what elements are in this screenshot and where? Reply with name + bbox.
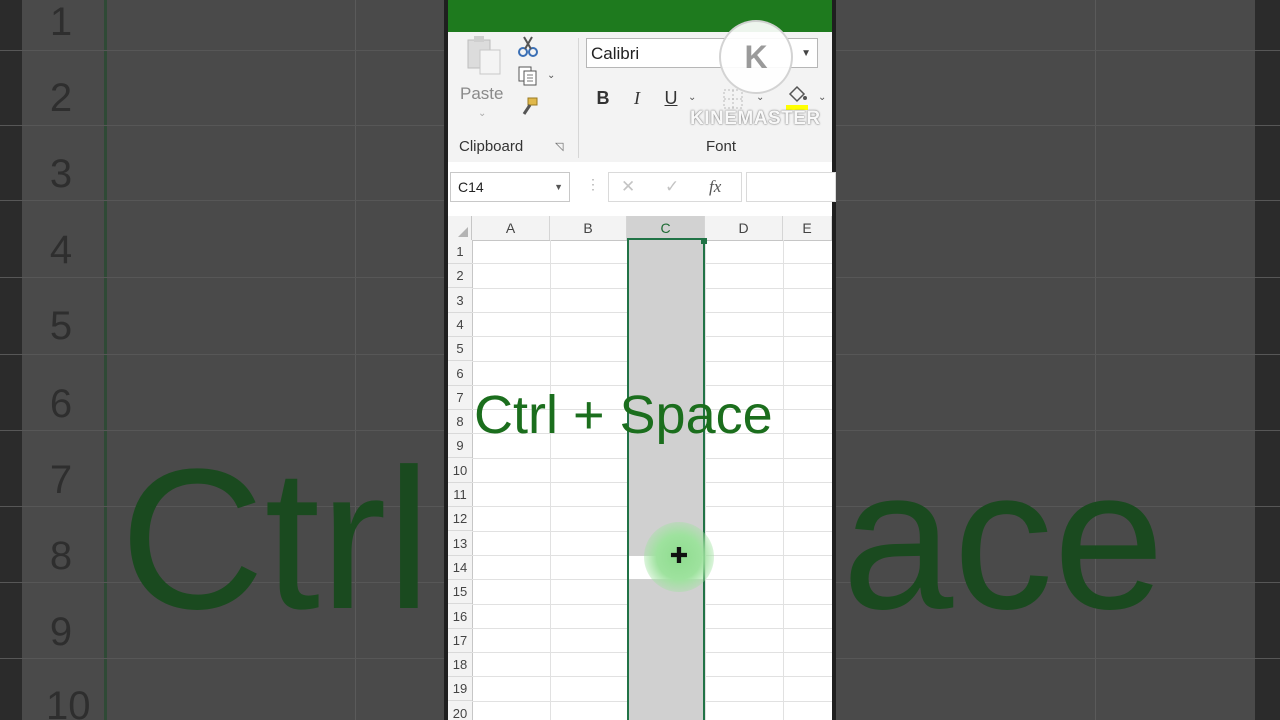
column-header-c[interactable]: C bbox=[627, 216, 705, 240]
row-header[interactable]: 11 bbox=[448, 483, 472, 507]
row-header[interactable]: 4 bbox=[448, 313, 472, 337]
formula-bar-buttons: ✕ ✓ fx bbox=[608, 172, 742, 202]
bg-overlay-text-left: Ctrl bbox=[120, 428, 432, 651]
bg-row-number: 7 bbox=[49, 458, 73, 502]
enter-icon[interactable]: ✓ bbox=[665, 177, 679, 197]
insert-function-icon[interactable]: fx bbox=[709, 177, 721, 197]
row-header[interactable]: 5 bbox=[448, 337, 472, 362]
font-group-label: Font bbox=[706, 138, 737, 155]
format-painter-button[interactable] bbox=[518, 96, 540, 121]
fill-color-dropdown-icon[interactable]: ⌄ bbox=[818, 92, 826, 103]
bg-row-number: 5 bbox=[49, 304, 73, 348]
copy-icon bbox=[518, 66, 537, 86]
worksheet-grid: A B C D E 1 2 3 4 5 6 7 8 9 10 11 12 13 14 15 16 17 18 19 2… bbox=[448, 212, 832, 720]
paste-label: Paste bbox=[460, 84, 504, 103]
column-header-a[interactable]: A bbox=[472, 216, 550, 240]
italic-button[interactable]: I bbox=[626, 88, 648, 109]
clipboard-group-label: Clipboard bbox=[459, 138, 524, 155]
bg-overlay-text-right: ace bbox=[842, 428, 1165, 651]
bg-row-number: 1 bbox=[49, 0, 73, 44]
font-name-value: Calibri bbox=[591, 44, 640, 63]
cells-area[interactable] bbox=[472, 238, 832, 720]
bg-right-edge bbox=[1255, 0, 1280, 720]
fill-handle[interactable] bbox=[701, 238, 707, 244]
underline-button[interactable]: U bbox=[660, 88, 682, 109]
bg-row-number: 2 bbox=[49, 76, 73, 120]
paste-icon bbox=[467, 36, 501, 75]
dialog-launcher-icon[interactable]: ◹ bbox=[555, 140, 563, 153]
select-all-icon bbox=[458, 227, 468, 237]
bg-row-number: 10 bbox=[46, 684, 91, 720]
formula-input[interactable] bbox=[746, 172, 836, 202]
row-header[interactable]: 12 bbox=[448, 507, 472, 532]
name-box-value: C14 bbox=[458, 179, 484, 195]
shortcut-caption: Ctrl + Space bbox=[474, 385, 773, 445]
bg-row-number: 9 bbox=[49, 610, 73, 654]
column-header-b[interactable]: B bbox=[550, 216, 627, 240]
cut-button[interactable] bbox=[516, 34, 540, 61]
row-header[interactable]: 7 bbox=[448, 386, 472, 410]
row-header[interactable]: 16 bbox=[448, 605, 472, 629]
cell-cursor-icon: ✚ bbox=[669, 543, 689, 568]
row-header[interactable]: 3 bbox=[448, 289, 472, 313]
bg-left-edge bbox=[0, 0, 22, 720]
bg-row-header-border bbox=[104, 0, 107, 720]
copy-button[interactable] bbox=[516, 64, 540, 91]
row-header[interactable]: 6 bbox=[448, 362, 472, 386]
formula-bar: C14 ▼ ⋮ ✕ ✓ fx bbox=[448, 162, 836, 213]
column-header-d[interactable]: D bbox=[705, 216, 783, 240]
row-header[interactable]: 20 bbox=[448, 702, 472, 720]
phone-frame-right bbox=[832, 0, 836, 720]
bold-button[interactable]: B bbox=[592, 88, 614, 109]
kinemaster-logo: K bbox=[719, 20, 793, 94]
paste-button[interactable] bbox=[462, 34, 508, 83]
formula-bar-grip-icon[interactable]: ⋮ bbox=[586, 176, 600, 193]
copy-dropdown-icon[interactable]: ⌄ bbox=[547, 70, 555, 81]
scissors-icon bbox=[518, 36, 538, 57]
column-header-e[interactable]: E bbox=[783, 216, 832, 240]
row-header[interactable]: 19 bbox=[448, 677, 472, 702]
column-headers: A B C D E bbox=[448, 216, 832, 241]
row-header[interactable]: 8 bbox=[448, 410, 472, 435]
row-header[interactable]: 10 bbox=[448, 459, 472, 483]
row-header[interactable]: 17 bbox=[448, 629, 472, 653]
paste-dropdown-icon[interactable]: ⌄ bbox=[478, 108, 486, 119]
row-header[interactable]: 14 bbox=[448, 556, 472, 580]
row-header[interactable]: 2 bbox=[448, 264, 472, 289]
kinemaster-logo-icon: K bbox=[744, 39, 768, 75]
row-header[interactable]: 13 bbox=[448, 532, 472, 556]
select-all-button[interactable] bbox=[448, 216, 472, 240]
paintbrush-icon bbox=[522, 97, 538, 115]
cancel-icon[interactable]: ✕ bbox=[621, 177, 635, 197]
bg-row-number: 6 bbox=[49, 382, 73, 426]
bg-row-number: 8 bbox=[49, 534, 73, 578]
bg-row-number: 3 bbox=[49, 152, 73, 196]
group-separator bbox=[578, 38, 579, 158]
chevron-down-icon[interactable]: ▼ bbox=[801, 39, 811, 69]
row-header[interactable]: 18 bbox=[448, 653, 472, 678]
row-header[interactable]: 9 bbox=[448, 434, 472, 459]
chevron-down-icon[interactable]: ▼ bbox=[554, 173, 563, 201]
selected-column-highlight bbox=[627, 240, 705, 720]
underline-dropdown-icon[interactable]: ⌄ bbox=[688, 92, 696, 103]
row-header[interactable]: 15 bbox=[448, 580, 472, 605]
bg-row-number: 4 bbox=[49, 228, 73, 272]
name-box[interactable]: C14 ▼ bbox=[450, 172, 570, 202]
row-header[interactable]: 1 bbox=[448, 240, 472, 264]
row-headers: 1 2 3 4 5 6 7 8 9 10 11 12 13 14 15 16 17 18 19 20 bbox=[448, 240, 473, 720]
kinemaster-watermark: KINEMASTER bbox=[690, 108, 821, 129]
